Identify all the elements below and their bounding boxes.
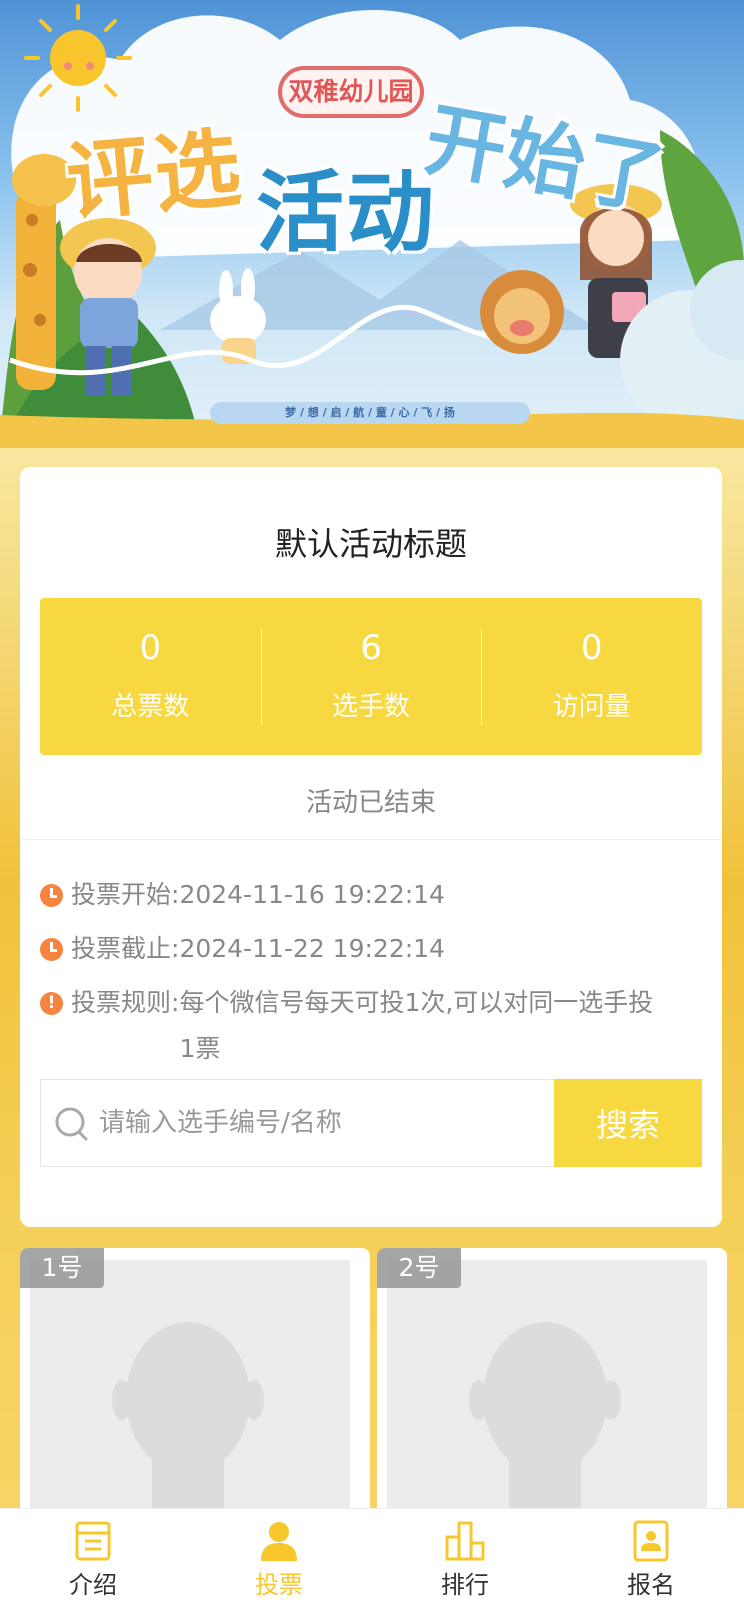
- avatar-placeholder-icon: [112, 1322, 264, 1520]
- kindergarten-badge: 双稚幼儿园: [278, 66, 424, 118]
- contestant-card[interactable]: 2号: [377, 1248, 727, 1528]
- stats-panel: 0 总票数 6 选手数 0 访问量: [40, 598, 702, 755]
- stat-value: 0: [139, 628, 162, 668]
- activity-banner: 双稚幼儿园 评选 活动 开始了 梦 / 想 / 启 / 航 / 童 / 心 / …: [0, 0, 744, 448]
- clock-icon: [40, 884, 63, 907]
- tab-intro[interactable]: 介绍: [0, 1509, 186, 1606]
- stat-value: 0: [580, 628, 603, 668]
- clock-icon: [40, 938, 63, 961]
- tab-label: 投票: [255, 1571, 303, 1599]
- stat-value: 6: [360, 628, 382, 668]
- stat-label: 总票数: [111, 692, 190, 722]
- stat-total-votes: 0 总票数: [40, 598, 261, 755]
- search-button[interactable]: 搜索: [554, 1079, 702, 1167]
- tab-vote[interactable]: 投票: [186, 1509, 372, 1606]
- activity-status: 活动已结束: [305, 788, 436, 818]
- stat-label: 选手数: [332, 692, 411, 722]
- tab-label: 介绍: [69, 1571, 117, 1599]
- divider: [20, 839, 722, 840]
- activity-card: 默认活动标题 0 总票数 6 选手数 0 访问量 活动已结束 投票开始: 202…: [20, 467, 722, 1227]
- contestant-photo: [30, 1260, 350, 1528]
- avatar-placeholder-icon: [469, 1322, 621, 1520]
- stat-visits: 0 访问量: [481, 598, 702, 755]
- document-icon: [75, 1521, 111, 1561]
- vote-start-row: 投票开始: 2024-11-16 19:22:14: [40, 872, 659, 918]
- bottom-tab-bar: 介绍 投票 排行 报名: [0, 1508, 744, 1606]
- vote-end-label: 投票截止:: [71, 934, 180, 963]
- banner-headline-2: 活动: [256, 161, 437, 264]
- vote-rule-row: ! 投票规则: 每个微信号每天可投1次,可以对同一选手投1票: [40, 980, 659, 1072]
- stat-contestants: 6 选手数: [260, 598, 482, 755]
- vote-start-label: 投票开始:: [71, 880, 180, 909]
- contestant-card[interactable]: 1号: [20, 1248, 370, 1528]
- vote-end-value: 2024-11-22 19:22:14: [179, 934, 445, 963]
- id-card-icon: [633, 1520, 669, 1562]
- activity-title: 默认活动标题: [274, 525, 467, 563]
- vote-rule-value: 每个微信号每天可投1次,可以对同一选手投1票: [179, 988, 654, 1063]
- tab-signup[interactable]: 报名: [558, 1509, 744, 1606]
- lion-illustration: [480, 270, 564, 354]
- ranking-icon: [445, 1521, 485, 1561]
- tab-label: 报名: [627, 1571, 675, 1599]
- vote-start-value: 2024-11-16 19:22:14: [179, 880, 445, 909]
- search-bar: 搜索: [40, 1079, 702, 1167]
- contestant-number: 1号: [20, 1248, 104, 1288]
- stat-label: 访问量: [552, 692, 631, 722]
- user-icon: [261, 1522, 297, 1561]
- contestant-number: 2号: [377, 1248, 461, 1288]
- search-input[interactable]: [99, 1080, 554, 1166]
- tab-ranking[interactable]: 排行: [372, 1509, 558, 1606]
- vote-end-row: 投票截止: 2024-11-22 19:22:14: [40, 926, 659, 972]
- banner-slogan: 梦 / 想 / 启 / 航 / 童 / 心 / 飞 / 扬: [210, 402, 530, 424]
- tab-label: 排行: [441, 1571, 489, 1599]
- contestant-photo: [387, 1260, 707, 1528]
- exclamation-icon: !: [40, 992, 63, 1015]
- search-icon: [41, 1080, 99, 1166]
- banner-headline-1: 评选: [62, 118, 247, 234]
- vote-rule-label: 投票规则:: [71, 988, 180, 1017]
